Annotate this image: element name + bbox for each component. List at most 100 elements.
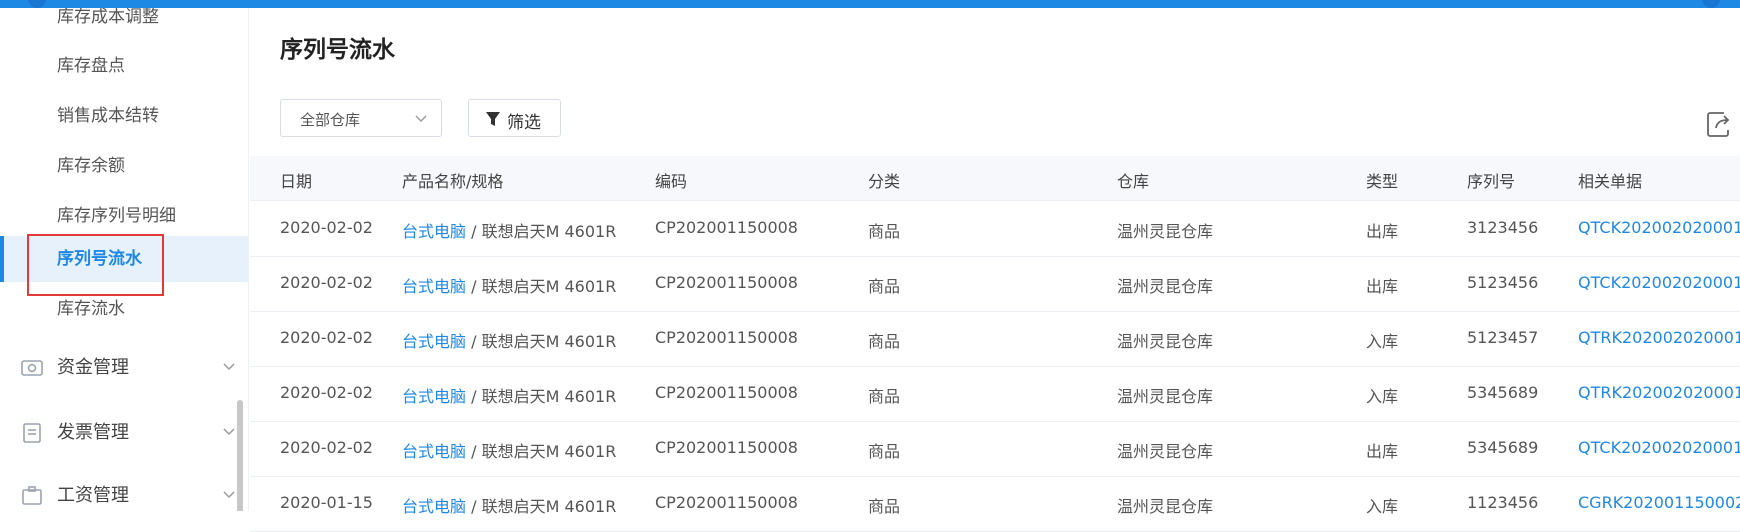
- cell-product: 台式电脑 / 联想启天M 4601R: [402, 383, 616, 407]
- cell-warehouse: 温州灵昆仓库: [1117, 277, 1214, 296]
- cell-type: 入库: [1366, 332, 1399, 351]
- sidebar-item-inventory-count[interactable]: 库存盘点: [0, 43, 248, 89]
- cell-date: 2020-02-02: [280, 273, 373, 292]
- cell-product: 台式电脑 / 联想启天M 4601R: [402, 218, 616, 242]
- sidebar-group-invoice[interactable]: 发票管理: [0, 408, 248, 458]
- sidebar-item-label: 销售成本结转: [57, 106, 159, 126]
- document-link[interactable]: QTRK202002020001: [1578, 328, 1740, 347]
- cell-product: 台式电脑 / 联想启天M 4601R: [402, 438, 616, 462]
- cell-date: 2020-02-02: [280, 383, 373, 402]
- column-header: 分类: [868, 172, 901, 191]
- product-link[interactable]: 台式电脑: [402, 442, 466, 461]
- product-spec: / 联想启天M 4601R: [466, 442, 617, 461]
- invoice-icon: [23, 423, 41, 443]
- sidebar-item-label: 库存余额: [57, 156, 125, 176]
- cell-type: 出库: [1366, 222, 1399, 241]
- sidebar-item-serial-flow[interactable]: 序列号流水: [0, 234, 248, 296]
- table-row: 2020-02-02 台式电脑 / 联想启天M 4601R CP20200115…: [250, 256, 1740, 312]
- document-link[interactable]: CGRK202001150002: [1578, 493, 1740, 512]
- cell-date: 2020-02-02: [280, 218, 373, 237]
- product-link[interactable]: 台式电脑: [402, 497, 466, 516]
- sidebar-scrollbar[interactable]: [237, 400, 243, 511]
- top-bar: [0, 0, 1740, 8]
- filter-button-label: 筛选: [507, 113, 541, 133]
- sidebar-item-label: 库存成本调整: [57, 8, 159, 27]
- sidebar-item-label: 序列号流水: [57, 249, 142, 269]
- table-row: 2020-02-02 台式电脑 / 联想启天M 4601R CP20200115…: [250, 421, 1740, 477]
- column-header: 序列号: [1467, 172, 1516, 191]
- chevron-down-icon: [223, 491, 235, 499]
- sidebar-item-sales-cost-carryover[interactable]: 销售成本结转: [0, 93, 248, 139]
- product-link[interactable]: 台式电脑: [402, 332, 466, 351]
- column-header: 类型: [1366, 172, 1399, 191]
- column-header: 产品名称/规格: [402, 172, 504, 191]
- document-link[interactable]: QTRK202002020001: [1578, 383, 1740, 402]
- product-link[interactable]: 台式电脑: [402, 277, 466, 296]
- money-icon: [21, 360, 43, 376]
- cell-code: CP202001150008: [655, 218, 798, 237]
- cell-date: 2020-02-02: [280, 438, 373, 457]
- cell-code: CP202001150008: [655, 328, 798, 347]
- filter-button[interactable]: 筛选: [468, 99, 561, 137]
- cell-category: 商品: [868, 332, 901, 351]
- sidebar-item-label: 库存序列号明细: [57, 206, 176, 226]
- cell-serial: 5123457: [1467, 328, 1539, 347]
- cell-warehouse: 温州灵昆仓库: [1117, 332, 1214, 351]
- cell-category: 商品: [868, 387, 901, 406]
- cell-serial: 3123456: [1467, 218, 1539, 237]
- filter-icon: [486, 112, 500, 126]
- export-icon[interactable]: [1706, 110, 1732, 138]
- product-spec: / 联想启天M 4601R: [466, 277, 617, 296]
- cell-code: CP202001150008: [655, 438, 798, 457]
- cell-type: 入库: [1366, 497, 1399, 516]
- product-link[interactable]: 台式电脑: [402, 387, 466, 406]
- sidebar-group-wages[interactable]: 工资管理: [0, 471, 248, 511]
- document-link[interactable]: QTCK202002020001: [1578, 273, 1740, 292]
- chevron-down-icon: [223, 363, 235, 371]
- product-spec: / 联想启天M 4601R: [466, 222, 617, 241]
- cell-warehouse: 温州灵昆仓库: [1117, 222, 1214, 241]
- cell-code: CP202001150008: [655, 493, 798, 512]
- cell-product: 台式电脑 / 联想启天M 4601R: [402, 273, 616, 297]
- table-row: 2020-02-02 台式电脑 / 联想启天M 4601R CP20200115…: [250, 366, 1740, 422]
- document-link[interactable]: QTCK202002020001: [1578, 438, 1740, 457]
- document-link[interactable]: QTCK202002020001: [1578, 218, 1740, 237]
- cell-type: 出库: [1366, 442, 1399, 461]
- chevron-down-icon: [415, 115, 427, 122]
- cell-serial: 1123456: [1467, 493, 1539, 512]
- product-spec: / 联想启天M 4601R: [466, 332, 617, 351]
- cell-serial: 5345689: [1467, 438, 1539, 457]
- sidebar-item-serial-detail[interactable]: 库存序列号明细: [0, 193, 248, 239]
- cell-category: 商品: [868, 497, 901, 516]
- sidebar-item-label: 库存流水: [57, 299, 125, 319]
- sidebar-item-inventory-cost-adjust[interactable]: 库存成本调整: [0, 8, 248, 40]
- sidebar-group-label: 工资管理: [57, 485, 129, 506]
- product-spec: / 联想启天M 4601R: [466, 387, 617, 406]
- cell-code: CP202001150008: [655, 383, 798, 402]
- sidebar-item-inventory-balance[interactable]: 库存余额: [0, 143, 248, 189]
- active-indicator: [0, 236, 4, 282]
- sidebar-item-inventory-flow[interactable]: 库存流水: [0, 286, 248, 332]
- cell-date: 2020-01-15: [280, 493, 373, 512]
- cell-warehouse: 温州灵昆仓库: [1117, 442, 1214, 461]
- wage-icon: [22, 486, 42, 505]
- cell-category: 商品: [868, 277, 901, 296]
- product-link[interactable]: 台式电脑: [402, 222, 466, 241]
- sidebar: 库存成本调整 库存盘点 销售成本结转 库存余额 库存序列号明细 序列号流水 库存…: [0, 8, 249, 511]
- cell-category: 商品: [868, 442, 901, 461]
- top-left-button[interactable]: [28, 0, 46, 8]
- sidebar-group-funds[interactable]: 资金管理: [0, 343, 248, 393]
- cell-product: 台式电脑 / 联想启天M 4601R: [402, 493, 616, 517]
- column-header: 相关单据: [1578, 172, 1643, 191]
- column-header: 编码: [655, 172, 688, 191]
- cell-warehouse: 温州灵昆仓库: [1117, 387, 1214, 406]
- cell-product: 台式电脑 / 联想启天M 4601R: [402, 328, 616, 352]
- page-title: 序列号流水: [280, 37, 395, 63]
- sidebar-item-label: 库存盘点: [57, 56, 125, 76]
- top-right-button[interactable]: [1702, 0, 1720, 8]
- cell-category: 商品: [868, 222, 901, 241]
- table-header: 日期 产品名称/规格 编码 分类 仓库 类型 序列号 相关单据: [250, 156, 1740, 201]
- cell-serial: 5345689: [1467, 383, 1539, 402]
- warehouse-select[interactable]: 全部仓库: [280, 99, 442, 137]
- cell-warehouse: 温州灵昆仓库: [1117, 497, 1214, 516]
